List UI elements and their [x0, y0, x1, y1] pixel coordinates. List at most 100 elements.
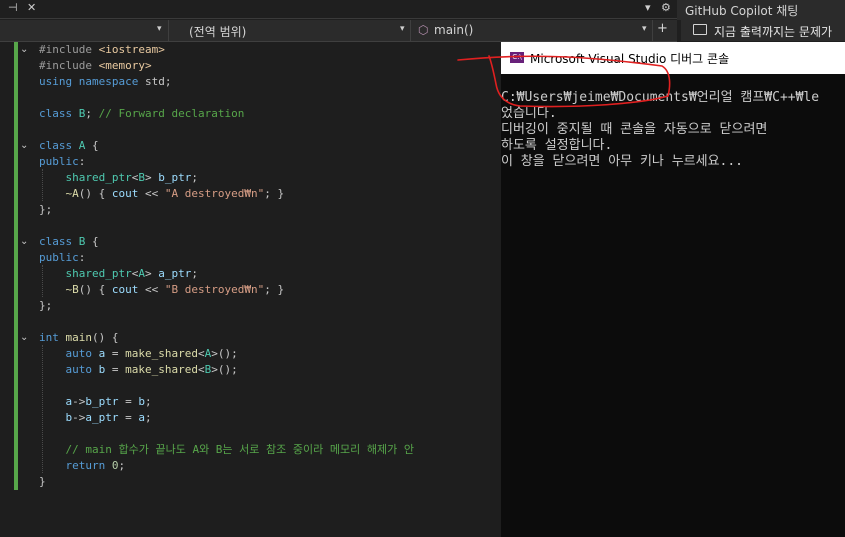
code-token: cout: [111, 187, 139, 200]
code-token: >: [144, 267, 159, 280]
pin-icon[interactable]: ⊣: [8, 1, 18, 14]
code-token: make_shared: [125, 363, 198, 376]
member-dropdown[interactable]: main(): [434, 23, 473, 37]
fold-toggle-icon[interactable]: ⌄: [20, 138, 30, 154]
code-line[interactable]: shared_ptr<B> b_ptr;: [39, 170, 198, 186]
code-line[interactable]: };: [39, 202, 52, 218]
code-line[interactable]: public:: [39, 154, 85, 170]
code-token: }: [39, 475, 46, 488]
code-line[interactable]: };: [39, 298, 52, 314]
code-token: "B destroyed₩n": [164, 283, 265, 296]
fold-toggle-icon[interactable]: ⌄: [20, 330, 30, 346]
fold-toggle-icon[interactable]: ⌄: [20, 42, 30, 58]
code-token: return: [65, 459, 112, 472]
code-token: // Forward declaration: [98, 107, 245, 120]
code-token: ; }: [264, 187, 285, 200]
code-token: auto: [65, 363, 99, 376]
code-token: <<: [138, 187, 165, 200]
code-token: <: [197, 347, 205, 360]
code-token: #include: [39, 43, 99, 56]
code-line[interactable]: shared_ptr<A> a_ptr;: [39, 266, 198, 282]
code-token: #include: [39, 59, 99, 72]
split-editor-icon[interactable]: +: [657, 21, 668, 36]
code-token: b: [138, 395, 145, 408]
chevron-down-icon[interactable]: ▾: [400, 24, 405, 34]
code-line[interactable]: a->b_ptr = b;: [39, 394, 152, 410]
console-title: Microsoft Visual Studio 디버그 콘솔: [530, 52, 730, 66]
code-token: b_ptr: [85, 395, 119, 408]
code-token: std;: [144, 75, 172, 88]
code-token: a_ptr: [85, 411, 119, 424]
code-line[interactable]: ~A() { cout << "A destroyed₩n"; }: [39, 186, 285, 202]
code-token: class: [39, 107, 79, 120]
copilot-prompt-text[interactable]: 지금 출력까지는 문제가: [714, 23, 832, 40]
code-line[interactable]: #include <memory>: [39, 58, 152, 74]
code-line[interactable]: #include <iostream>: [39, 42, 165, 58]
console-output-line: 었습니다.: [501, 106, 557, 121]
code-line[interactable]: class B {: [39, 234, 99, 250]
code-token: shared_ptr: [65, 267, 132, 280]
chevron-down-icon[interactable]: ▾: [642, 24, 647, 34]
code-line[interactable]: auto a = make_shared<A>();: [39, 346, 238, 362]
code-line[interactable]: return 0;: [39, 458, 126, 474]
code-line[interactable]: class A {: [39, 138, 99, 154]
code-token: ; }: [264, 283, 285, 296]
gear-icon[interactable]: ⚙: [661, 1, 671, 14]
member-icon: ⬡: [418, 23, 429, 37]
code-token: ;: [145, 411, 152, 424]
code-token: >();: [211, 363, 238, 376]
code-token: b_ptr: [158, 171, 192, 184]
code-token: cout: [111, 283, 139, 296]
code-token: class: [39, 139, 79, 152]
code-token: A: [138, 267, 145, 280]
code-token: public: [39, 155, 79, 168]
code-token: <: [197, 363, 205, 376]
code-token: () {: [78, 187, 112, 200]
tab-list-dropdown-icon[interactable]: ▾: [645, 1, 651, 14]
code-line[interactable]: class B; // Forward declaration: [39, 106, 244, 122]
fold-toggle-icon[interactable]: ⌄: [20, 234, 30, 250]
code-line[interactable]: public:: [39, 250, 85, 266]
code-token: ;: [145, 395, 152, 408]
nav-divider: [410, 20, 411, 41]
code-token: };: [39, 299, 53, 312]
nav-divider: [168, 20, 169, 41]
code-token: "A destroyed₩n": [164, 187, 265, 200]
code-token: main: [65, 331, 93, 344]
code-token: class: [39, 235, 79, 248]
close-icon[interactable]: ✕: [27, 1, 36, 14]
code-token: =: [105, 347, 126, 360]
code-line[interactable]: ~B() { cout << "B destroyed₩n"; }: [39, 282, 285, 298]
code-token: a_ptr: [158, 267, 192, 280]
code-token: ->: [72, 395, 86, 408]
code-token: a: [138, 411, 145, 424]
scope-dropdown[interactable]: (전역 범위): [189, 23, 246, 40]
code-line[interactable]: int main() {: [39, 330, 119, 346]
code-line[interactable]: using namespace std;: [39, 74, 171, 90]
code-token: };: [39, 203, 53, 216]
code-token: () {: [78, 283, 112, 296]
chevron-down-icon[interactable]: ▾: [157, 24, 162, 34]
code-line[interactable]: }: [39, 474, 46, 490]
nav-divider: [652, 20, 653, 41]
code-token: =: [105, 363, 126, 376]
code-line[interactable]: // main 합수가 끝나도 A와 B는 서로 참조 중이라 메모리 해제가 …: [39, 442, 414, 458]
code-token: ->: [72, 411, 86, 424]
code-token: () {: [92, 331, 119, 344]
code-token: :: [78, 155, 86, 168]
code-line[interactable]: b->a_ptr = a;: [39, 410, 152, 426]
code-token: auto: [65, 347, 99, 360]
code-token: ~A: [65, 187, 79, 200]
code-token: ;: [85, 107, 99, 120]
code-token: =: [118, 395, 139, 408]
code-line[interactable]: auto b = make_shared<B>();: [39, 362, 238, 378]
